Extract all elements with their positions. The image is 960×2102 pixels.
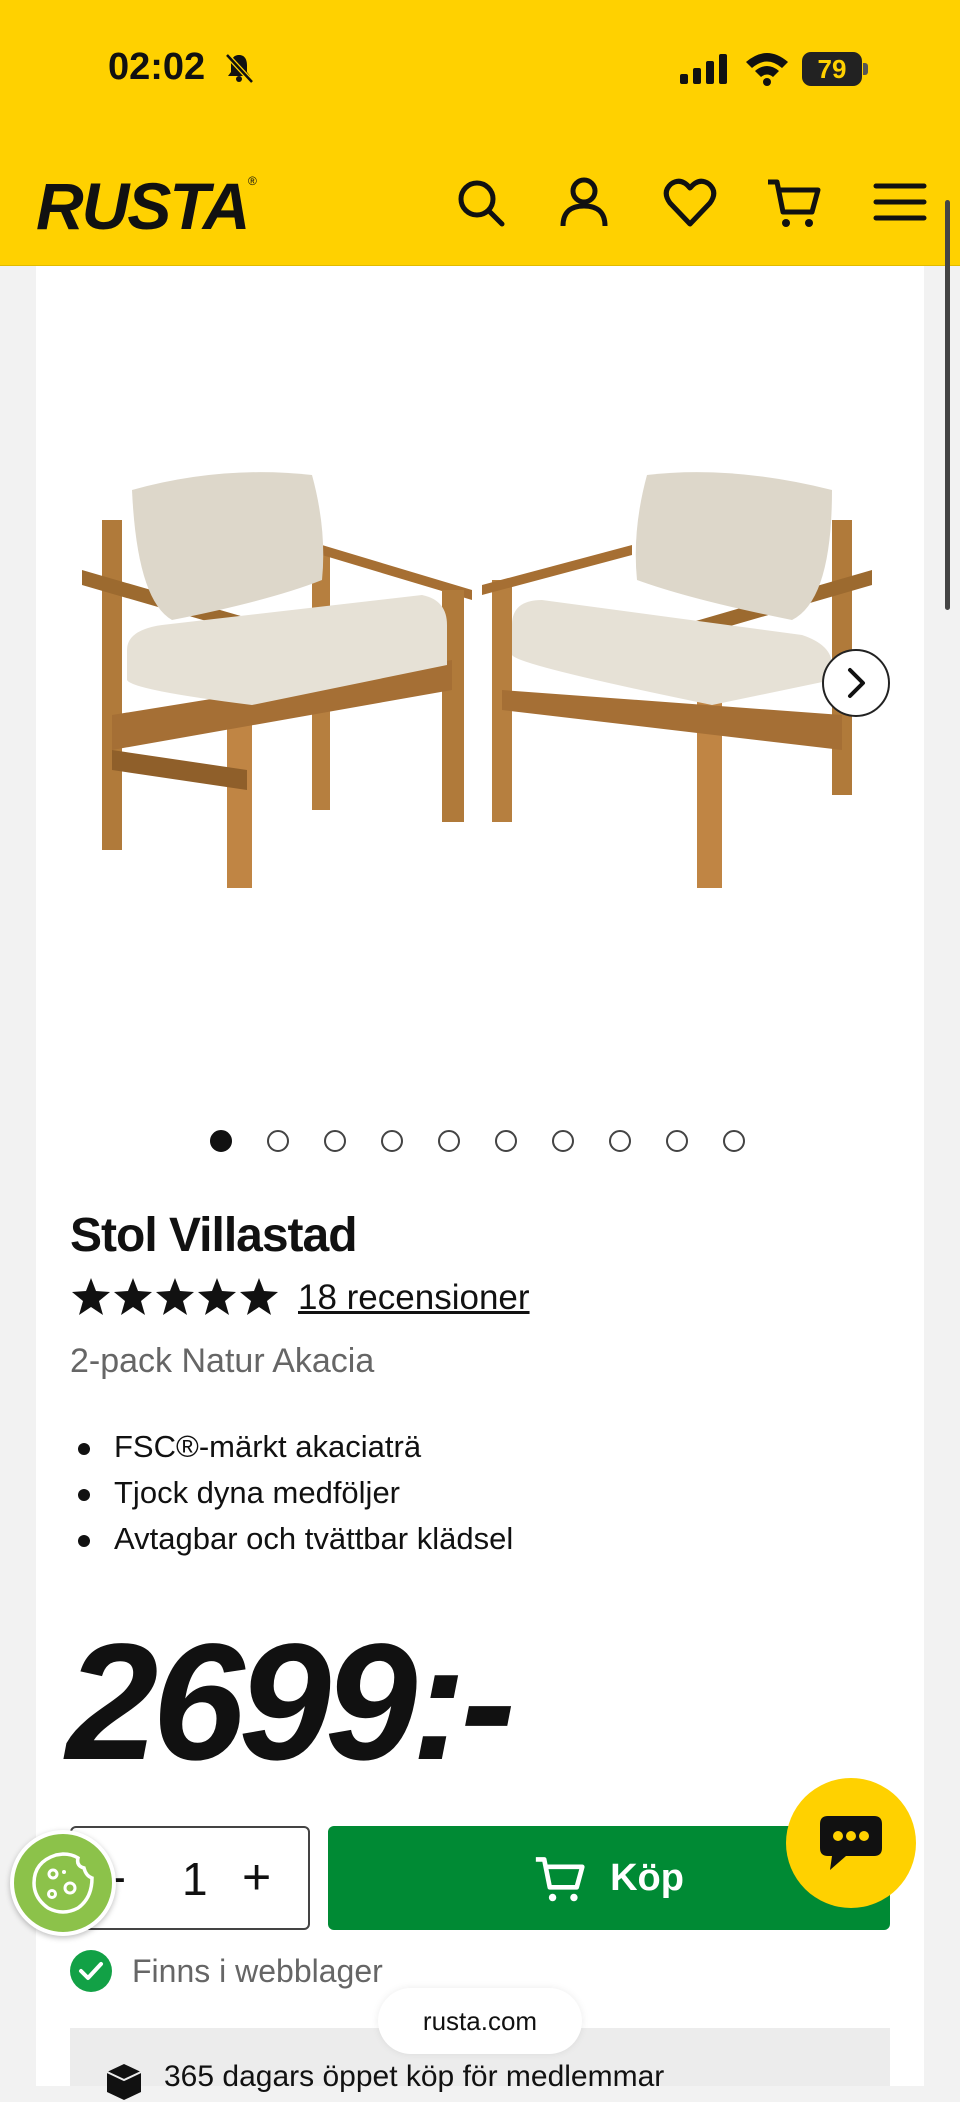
- battery-level: 79: [817, 54, 847, 84]
- chat-bubble-icon: [820, 1816, 882, 1870]
- browser-url-pill[interactable]: rusta.com: [378, 1988, 582, 2054]
- chat-button[interactable]: [786, 1778, 916, 1908]
- carousel-next-button[interactable]: [822, 649, 890, 717]
- status-bar: 02:02 79: [0, 0, 960, 140]
- search-icon[interactable]: [452, 174, 508, 230]
- page-scrollbar[interactable]: [945, 200, 950, 610]
- feature-item: Avtagbar och tvättbar klädsel: [70, 1516, 513, 1562]
- reviews-link[interactable]: 18 recensioner: [298, 1278, 530, 1318]
- registered-mark: ®: [248, 174, 257, 188]
- cookie-icon: [32, 1852, 94, 1914]
- carousel-dot[interactable]: [438, 1130, 460, 1152]
- carousel-dot[interactable]: [324, 1130, 346, 1152]
- right-chair-illustration: [482, 472, 872, 888]
- left-chair-illustration: [82, 472, 472, 888]
- rusta-logo[interactable]: RUSTA: [36, 168, 250, 244]
- carousel-dot[interactable]: [552, 1130, 574, 1152]
- stock-status-text: Finns i webblager: [132, 1952, 383, 1989]
- carousel-dot[interactable]: [666, 1130, 688, 1152]
- feature-item: Tjock dyna medföljer: [70, 1470, 513, 1516]
- site-header: RUSTA ®: [0, 140, 960, 266]
- feature-list: FSC®-märkt akaciaträ Tjock dyna medfölje…: [70, 1424, 513, 1562]
- carousel-dot[interactable]: [495, 1130, 517, 1152]
- account-icon[interactable]: [556, 174, 612, 230]
- carousel-dot[interactable]: [381, 1130, 403, 1152]
- menu-icon[interactable]: [872, 174, 928, 230]
- product-image[interactable]: [72, 450, 892, 920]
- status-time: 02:02: [108, 46, 206, 88]
- buy-button-label: Köp: [610, 1856, 684, 1899]
- carousel-dot[interactable]: [267, 1130, 289, 1152]
- cart-icon: [535, 1857, 585, 1902]
- star-rating-icon: [72, 1278, 278, 1315]
- silent-bell-icon: [225, 53, 254, 84]
- checkmark-icon: [70, 1950, 112, 1992]
- wifi-icon: [746, 53, 788, 86]
- product-title: Stol Villastad: [70, 1209, 358, 1262]
- product-price: 2699:-: [66, 1610, 516, 1795]
- heart-icon[interactable]: [662, 174, 718, 230]
- carousel-dot[interactable]: [210, 1130, 232, 1152]
- stock-status: Finns i webblager: [70, 1950, 383, 1992]
- package-icon: [106, 2064, 142, 2100]
- product-variant: 2-pack Natur Akacia: [70, 1342, 375, 1380]
- rating-stars[interactable]: [70, 1276, 282, 1318]
- open-purchase-info: 365 dagars öppet köp för medlemmar: [164, 2060, 665, 2093]
- battery-indicator: 79: [802, 52, 868, 86]
- carousel-dot[interactable]: [609, 1130, 631, 1152]
- quantity-value[interactable]: 1: [182, 1852, 208, 1906]
- cellular-signal-icon: [680, 54, 727, 84]
- increase-quantity-button[interactable]: +: [242, 1848, 271, 1906]
- cookie-settings-button[interactable]: [10, 1830, 116, 1936]
- cart-icon[interactable]: [766, 174, 822, 230]
- carousel-pagination: [210, 1130, 745, 1152]
- chevron-right-icon: [848, 668, 865, 698]
- carousel-dot[interactable]: [723, 1130, 745, 1152]
- feature-item: FSC®-märkt akaciaträ: [70, 1424, 513, 1470]
